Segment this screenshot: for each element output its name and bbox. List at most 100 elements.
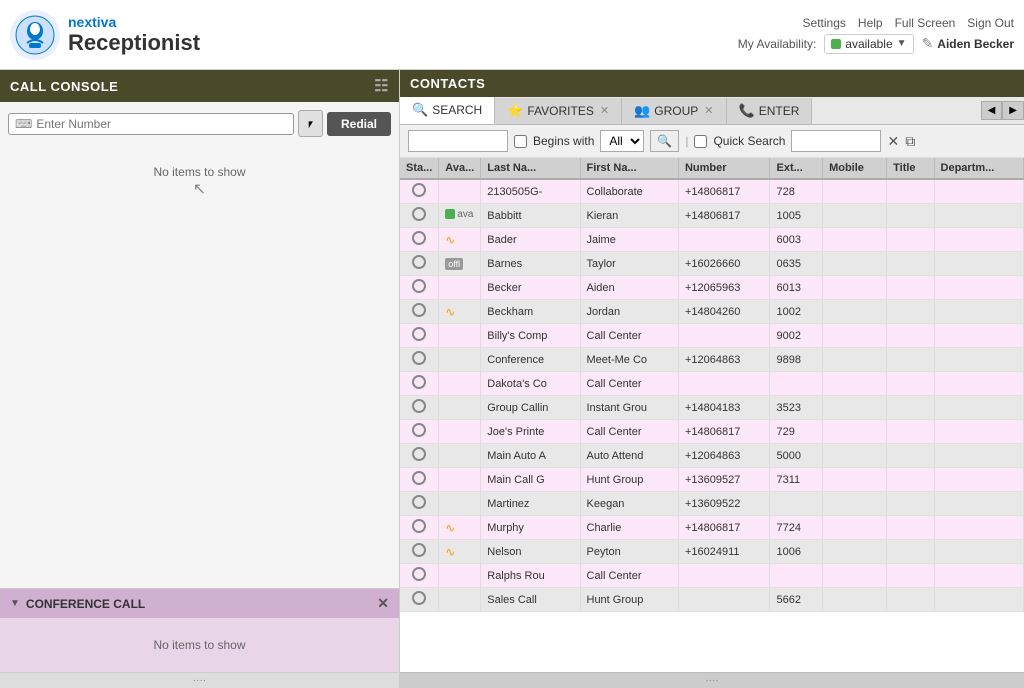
- enter-tab-icon: 📞: [739, 103, 755, 119]
- chevron-down-icon: ▼: [897, 38, 907, 49]
- table-row: offlBarnesTaylor+160266600635: [400, 252, 1024, 276]
- chevron-down-icon[interactable]: ▼: [10, 598, 20, 609]
- cell-last: Babbitt: [481, 204, 580, 228]
- call-console-title: CALL CONSOLE: [10, 79, 118, 94]
- select-contact-radio[interactable]: [412, 255, 426, 269]
- radio-cell: [400, 564, 439, 588]
- search-tab-icon: 🔍: [412, 102, 428, 118]
- availability-cell: [439, 396, 481, 420]
- cell-first: Auto Attend: [580, 444, 678, 468]
- select-contact-radio[interactable]: [412, 447, 426, 461]
- cell-number: +12065963: [678, 276, 770, 300]
- conference-resize-handle[interactable]: ····: [0, 672, 399, 688]
- call-console-icon: ☷: [374, 76, 389, 96]
- conference-header-left: ▼ CONFERENCE CALL: [10, 597, 145, 611]
- filter-select[interactable]: All: [600, 130, 644, 152]
- select-contact-radio[interactable]: [412, 231, 426, 245]
- fullscreen-link[interactable]: Full Screen: [895, 16, 956, 30]
- cell-dept: [934, 564, 1023, 588]
- cell-first: Jordan: [580, 300, 678, 324]
- contacts-header: CONTACTS: [400, 70, 1024, 97]
- select-contact-radio[interactable]: [412, 591, 426, 605]
- cell-last: Main Auto A: [481, 444, 580, 468]
- availability-label: My Availability:: [738, 37, 816, 51]
- cell-last: Nelson: [481, 540, 580, 564]
- select-contact-radio[interactable]: [412, 327, 426, 341]
- col-avail: Ava...: [439, 158, 481, 179]
- export-button[interactable]: ⧉: [905, 133, 915, 150]
- select-contact-radio[interactable]: [412, 399, 426, 413]
- quick-search-input[interactable]: [791, 130, 881, 152]
- select-contact-radio[interactable]: [412, 495, 426, 509]
- select-contact-radio[interactable]: [412, 351, 426, 365]
- group-tab-close[interactable]: ✕: [704, 104, 713, 117]
- redial-button[interactable]: Redial: [327, 112, 391, 136]
- availability-badge[interactable]: available ▼: [824, 34, 913, 54]
- radio-cell: [400, 516, 439, 540]
- quick-search-checkbox[interactable]: [694, 135, 707, 148]
- table-row: Dakota's CoCall Center: [400, 372, 1024, 396]
- enter-number-input[interactable]: [36, 117, 286, 131]
- cell-last: Bader: [481, 228, 580, 252]
- table-row: Sales CallHunt Group5662: [400, 588, 1024, 612]
- cell-first: Call Center: [580, 372, 678, 396]
- left-panel: CALL CONSOLE ☷ ⌨ ⎖ Redial No items to sh…: [0, 70, 400, 688]
- col-lastname: Last Na...: [481, 158, 580, 179]
- cell-number: +14806817: [678, 179, 770, 204]
- cell-last: Martinez: [481, 492, 580, 516]
- radio-cell: [400, 396, 439, 420]
- cell-number: +12064863: [678, 348, 770, 372]
- cell-number: +13609527: [678, 468, 770, 492]
- logo-area: nextiva Receptionist: [10, 10, 200, 60]
- cell-title: [887, 564, 934, 588]
- cell-ext: [770, 564, 823, 588]
- select-contact-radio[interactable]: [412, 375, 426, 389]
- help-link[interactable]: Help: [858, 16, 883, 30]
- availability-cell: ∿: [439, 300, 481, 324]
- radio-cell: [400, 588, 439, 612]
- search-input[interactable]: [408, 130, 508, 152]
- cell-number: [678, 228, 770, 252]
- tab-group[interactable]: 👥 GROUP ✕: [622, 98, 726, 124]
- begins-with-checkbox[interactable]: [514, 135, 527, 148]
- edit-icon[interactable]: ✎: [922, 35, 934, 52]
- select-contact-radio[interactable]: [412, 543, 426, 557]
- cell-ext: 9898: [770, 348, 823, 372]
- tab-favorites[interactable]: ⭐ FAVORITES ✕: [495, 98, 622, 124]
- tab-search[interactable]: 🔍 SEARCH: [400, 97, 495, 124]
- cell-ext: 6013: [770, 276, 823, 300]
- availability-cell: [439, 564, 481, 588]
- cell-first: Collaborate: [580, 179, 678, 204]
- select-contact-radio[interactable]: [412, 183, 426, 197]
- cell-number: +16026660: [678, 252, 770, 276]
- select-contact-radio[interactable]: [412, 279, 426, 293]
- clear-search-button[interactable]: ✕: [887, 133, 899, 150]
- dialpad-button[interactable]: ⎖: [298, 110, 323, 137]
- cell-first: Taylor: [580, 252, 678, 276]
- top-right: Settings Help Full Screen Sign Out My Av…: [738, 16, 1014, 54]
- select-contact-radio[interactable]: [412, 207, 426, 221]
- select-contact-radio[interactable]: [412, 303, 426, 317]
- availability-cell: ∿: [439, 228, 481, 252]
- select-contact-radio[interactable]: [412, 567, 426, 581]
- tab-prev-button[interactable]: ◀: [981, 101, 1003, 120]
- cell-title: [887, 492, 934, 516]
- favorites-tab-close[interactable]: ✕: [600, 104, 609, 117]
- bottom-resize-handle[interactable]: ····: [400, 672, 1024, 688]
- topbar: nextiva Receptionist Settings Help Full …: [0, 0, 1024, 70]
- radio-cell: [400, 540, 439, 564]
- cell-ext: [770, 492, 823, 516]
- cell-title: [887, 276, 934, 300]
- offline-badge: offl: [445, 258, 463, 270]
- select-contact-radio[interactable]: [412, 423, 426, 437]
- conference-close-button[interactable]: ✕: [377, 595, 389, 612]
- tab-next-button[interactable]: ▶: [1002, 101, 1024, 120]
- signout-link[interactable]: Sign Out: [967, 16, 1014, 30]
- search-go-button[interactable]: 🔍: [650, 130, 679, 152]
- green-square-icon: [445, 209, 455, 219]
- settings-link[interactable]: Settings: [803, 16, 846, 30]
- tab-enter[interactable]: 📞 ENTER: [727, 98, 813, 124]
- select-contact-radio[interactable]: [412, 471, 426, 485]
- table-row: ∿BeckhamJordan+148042601002: [400, 300, 1024, 324]
- select-contact-radio[interactable]: [412, 519, 426, 533]
